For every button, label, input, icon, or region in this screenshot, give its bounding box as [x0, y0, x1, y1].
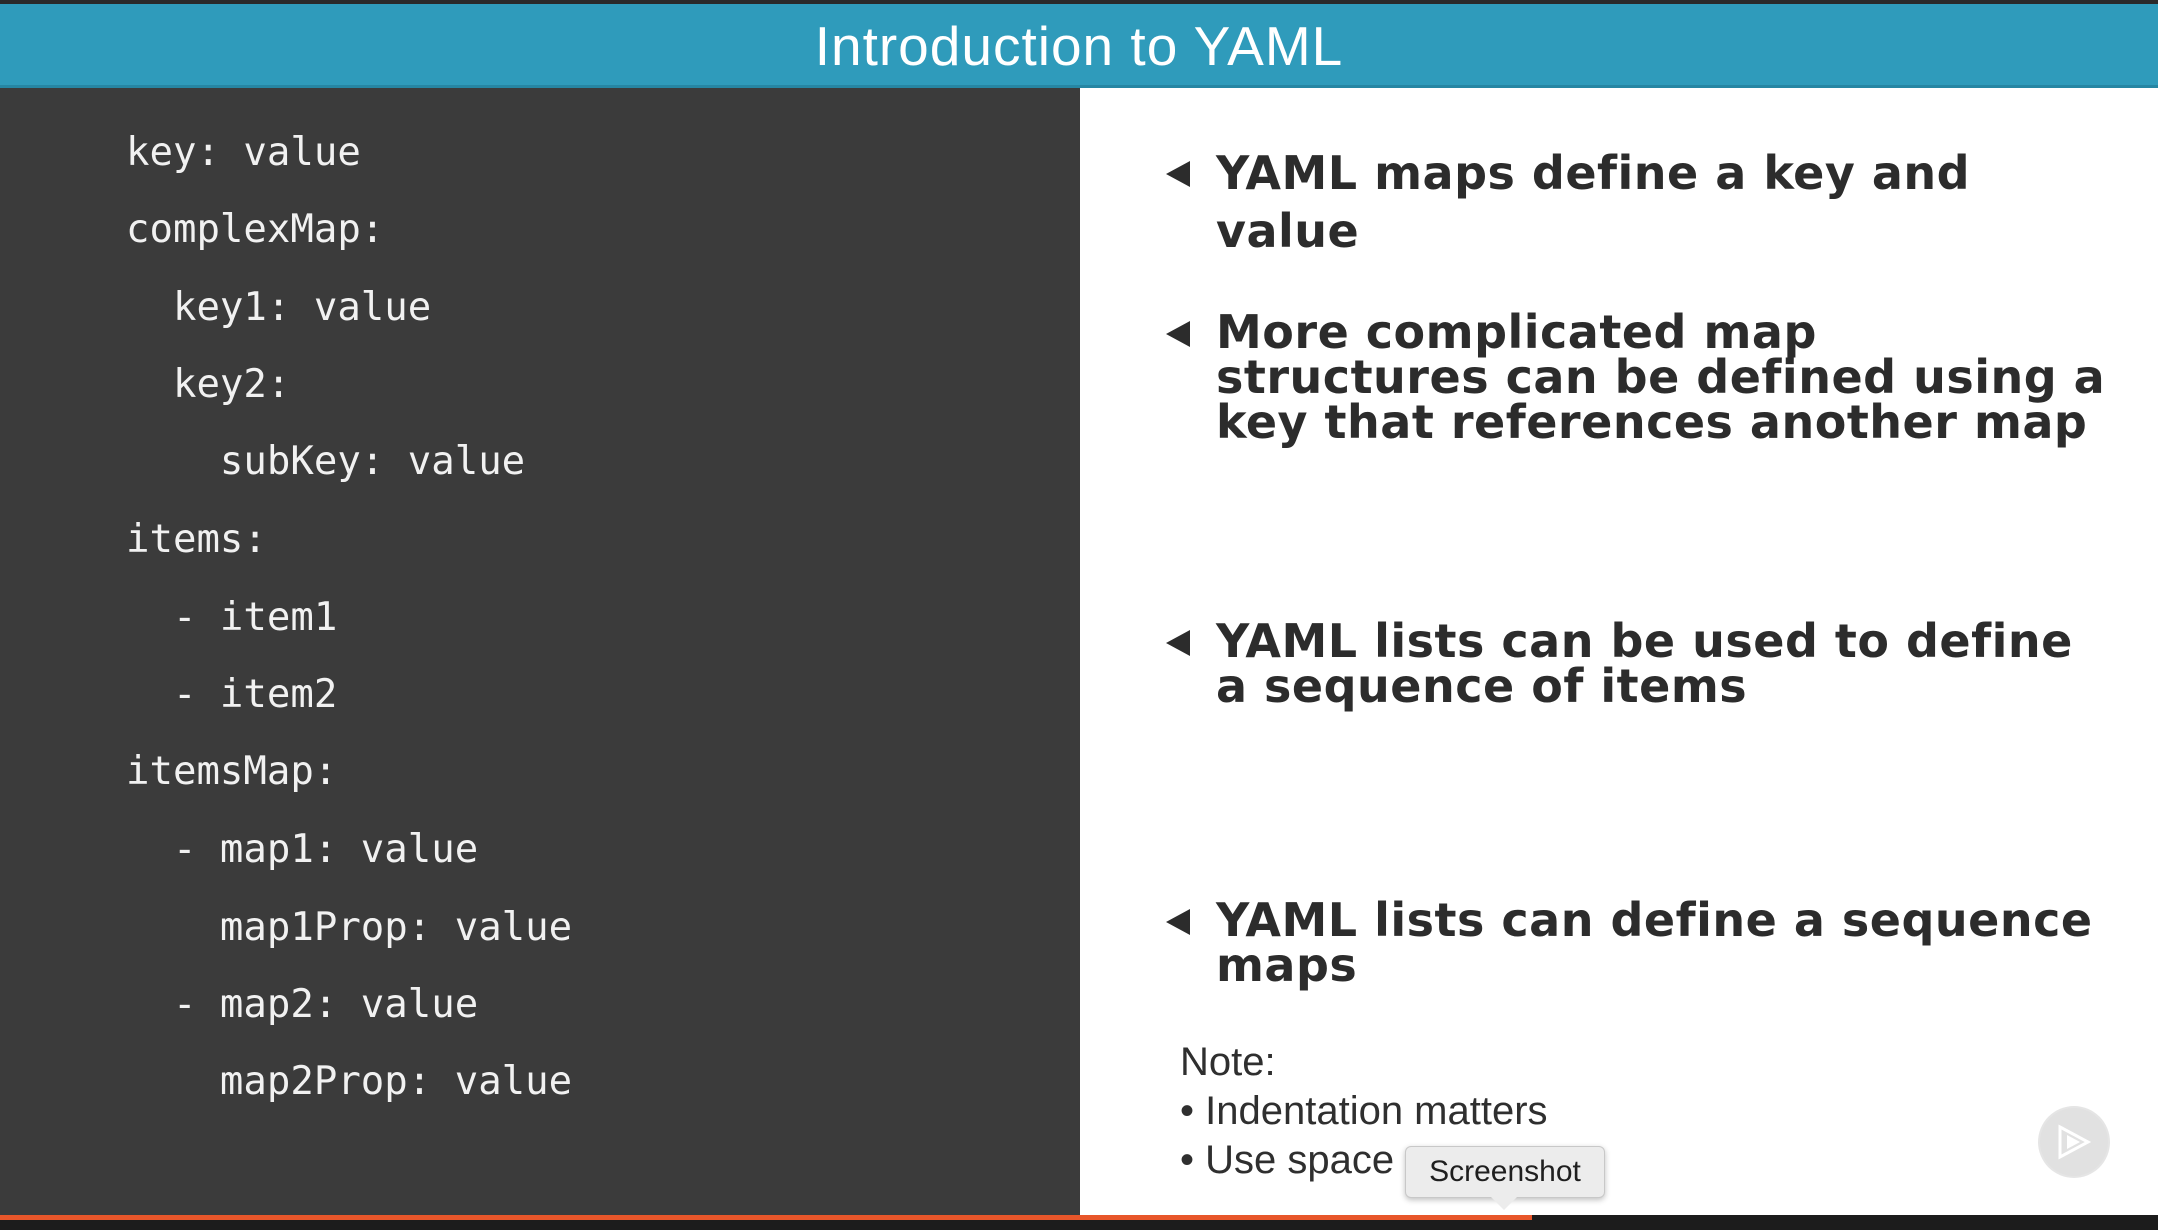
triangle-left-icon	[1166, 630, 1190, 656]
code-line: complexMap:	[126, 207, 385, 252]
code-line: subKey: value	[126, 439, 526, 484]
code-line: - map2: value	[126, 982, 479, 1027]
code-panel: key: value complexMap: key1: value key2:…	[0, 88, 1080, 1215]
code-line: map2Prop: value	[126, 1059, 573, 1104]
tooltip-tail	[1490, 1196, 1518, 1210]
slide-title-bar: Introduction to YAML	[0, 4, 2158, 88]
code-line: - item1	[126, 595, 338, 640]
bullet-text: YAML lists can be used to define a seque…	[1216, 614, 2073, 713]
code-line: key2:	[126, 362, 291, 407]
video-player-frame: Introduction to YAML key: value complexM…	[0, 0, 2158, 1230]
bullet-item: More complicated map structures can be d…	[1166, 305, 2106, 449]
play-logo-icon	[2058, 1124, 2092, 1160]
code-line: - map1: value	[126, 827, 479, 872]
notes-panel: YAML maps define a key and value More co…	[1080, 88, 2158, 1215]
triangle-left-icon	[1166, 161, 1190, 187]
triangle-left-icon	[1166, 321, 1190, 347]
bullet-item: YAML maps define a key and value	[1166, 144, 2106, 260]
bullet-text: YAML maps define a key and value	[1216, 146, 1971, 258]
note-heading: Note:	[1180, 1040, 1276, 1084]
slide-title: Introduction to YAML	[814, 15, 1344, 77]
code-line: items:	[126, 517, 267, 562]
play-logo-button[interactable]	[2038, 1106, 2110, 1178]
code-line: - item2	[126, 672, 338, 717]
code-line: itemsMap:	[126, 749, 338, 794]
player-progress-bar[interactable]	[0, 1215, 2158, 1230]
triangle-left-icon	[1166, 909, 1190, 935]
bullet-item: YAML lists can be used to define a seque…	[1166, 614, 2106, 713]
screenshot-tooltip: Screenshot	[1405, 1146, 1605, 1198]
code-line: map1Prop: value	[126, 905, 573, 950]
progress-fill	[0, 1215, 1533, 1220]
bullet-item: YAML lists can define a sequence maps	[1166, 893, 2106, 992]
code-line: key: value	[126, 130, 361, 175]
bullet-text: YAML lists can define a sequence maps	[1216, 893, 2093, 992]
bullet-text: More complicated map structures can be d…	[1216, 305, 2106, 449]
code-line: key1: value	[126, 285, 432, 330]
note-item: • Indentation matters	[1180, 1089, 1548, 1133]
